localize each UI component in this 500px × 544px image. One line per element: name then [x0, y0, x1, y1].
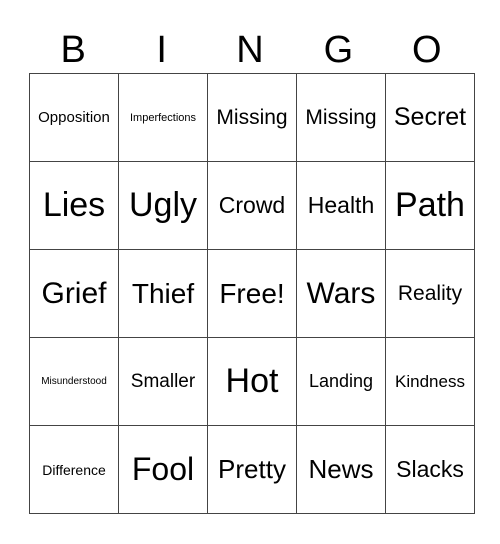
bingo-row: Difference Fool Pretty News Slacks — [29, 425, 475, 514]
bingo-cell[interactable]: Smaller — [118, 337, 208, 426]
header-letter-n: N — [236, 29, 264, 71]
bingo-cell[interactable]: Grief — [29, 249, 119, 338]
bingo-cell[interactable]: Misunderstood — [29, 337, 119, 426]
bingo-cell[interactable]: Kindness — [385, 337, 475, 426]
bingo-cell[interactable]: Fool — [118, 425, 208, 514]
bingo-cell[interactable]: Thief — [118, 249, 208, 338]
bingo-cell[interactable]: Difference — [29, 425, 119, 514]
bingo-cell[interactable]: Slacks — [385, 425, 475, 514]
header-letter-g: G — [323, 29, 354, 71]
bingo-cell[interactable]: Missing — [296, 73, 386, 162]
bingo-row: Grief Thief Free! Wars Reality — [29, 249, 475, 338]
bingo-cell[interactable]: Health — [296, 161, 386, 250]
bingo-cell[interactable]: Reality — [385, 249, 475, 338]
bingo-cell[interactable]: Secret — [385, 73, 475, 162]
bingo-header: B I N G O — [29, 28, 471, 72]
bingo-cell[interactable]: Landing — [296, 337, 386, 426]
bingo-cell[interactable]: Imperfections — [118, 73, 208, 162]
bingo-cell[interactable]: Pretty — [207, 425, 297, 514]
header-letter-b: B — [60, 29, 86, 71]
bingo-cell[interactable]: Opposition — [29, 73, 119, 162]
bingo-cell[interactable]: Hot — [207, 337, 297, 426]
bingo-row: Opposition Imperfections Missing Missing Sec… — [29, 73, 475, 162]
bingo-cell[interactable]: Missing — [207, 73, 297, 162]
bingo-cell[interactable]: Path — [385, 161, 475, 250]
bingo-cell[interactable]: Wars — [296, 249, 386, 338]
bingo-cell[interactable]: Crowd — [207, 161, 297, 250]
header-letter-o: O — [412, 29, 442, 71]
bingo-row: Lies Ugly Crowd Health Path — [29, 161, 475, 250]
bingo-cell[interactable]: Ugly — [118, 161, 208, 250]
bingo-cell[interactable]: Free! — [207, 249, 297, 338]
header-letter-i: I — [156, 29, 167, 71]
bingo-card: Opposition Imperfections Missing Missing Sec… — [29, 73, 475, 514]
bingo-cell[interactable]: News — [296, 425, 386, 514]
bingo-cell[interactable]: Lies — [29, 161, 119, 250]
bingo-row: Misunderstood Smaller Hot Landing Kindness — [29, 337, 475, 426]
